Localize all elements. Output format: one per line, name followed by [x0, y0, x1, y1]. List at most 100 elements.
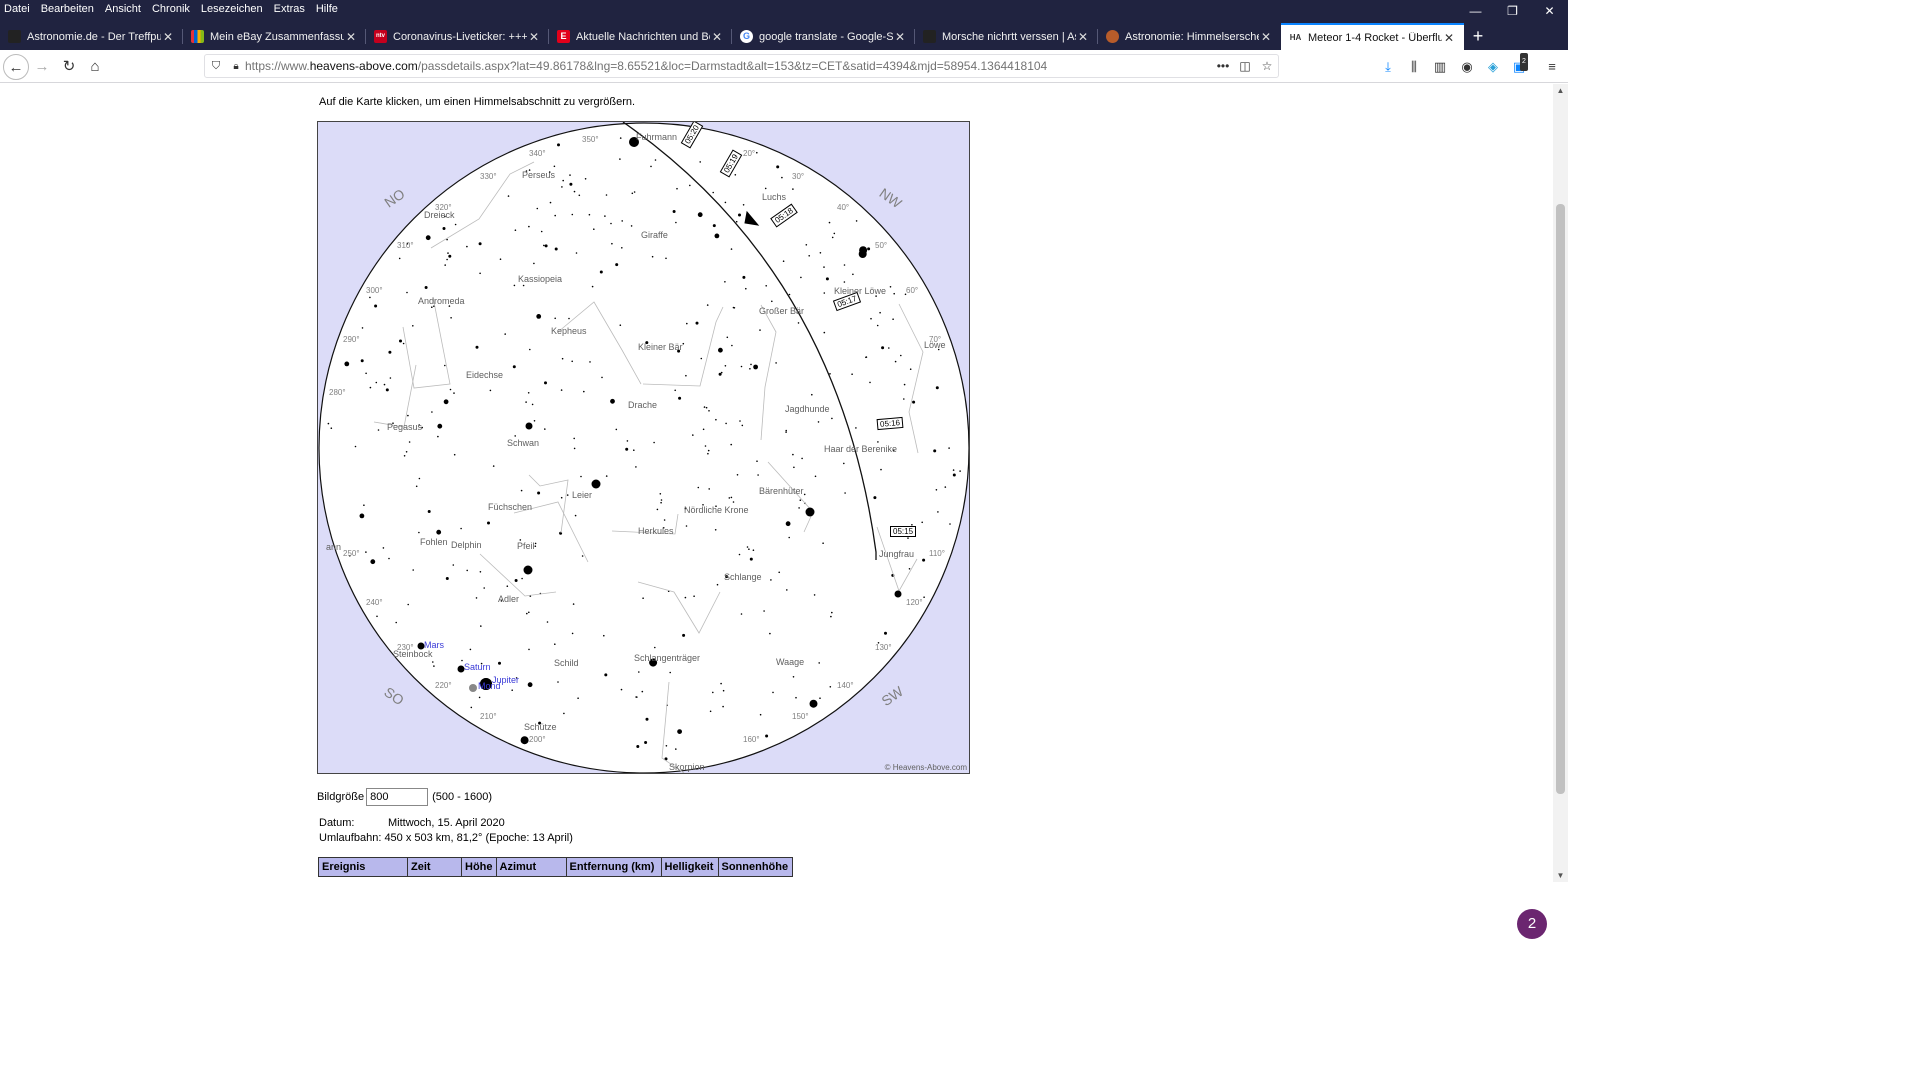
- star: [630, 225, 633, 227]
- minimize-icon[interactable]: —: [1457, 0, 1494, 22]
- star: [571, 632, 574, 635]
- constellation-label: Kassiopeia: [518, 274, 563, 284]
- star: [855, 427, 857, 429]
- image-size-input[interactable]: [366, 788, 429, 806]
- tab-himmelserscheinungen[interactable]: Astronomie: Himmelserschein ✕: [1098, 23, 1281, 50]
- star: [959, 470, 961, 472]
- star: [444, 364, 446, 367]
- star: [858, 250, 867, 258]
- hamburger-menu-icon[interactable]: ≡: [1543, 58, 1561, 76]
- url-text[interactable]: https://www.heavens-above.com/passdetail…: [245, 59, 1212, 73]
- restore-icon[interactable]: ❐: [1494, 0, 1531, 22]
- tab-close-icon[interactable]: ✕: [893, 30, 907, 44]
- star: [418, 531, 420, 534]
- tab-astronomie-de[interactable]: Astronomie.de - Der Treffpunkt ✕: [0, 23, 183, 50]
- tab-close-icon[interactable]: ✕: [1259, 30, 1273, 44]
- lock-icon[interactable]: 🔒︎: [227, 61, 245, 72]
- header-ereignis: Ereignis: [318, 857, 408, 877]
- echo-favicon-icon: E: [557, 30, 570, 43]
- star: [749, 557, 753, 561]
- star: [406, 291, 408, 294]
- account-icon[interactable]: ◉: [1458, 58, 1476, 76]
- page-scrollbar[interactable]: ▲ ▼: [1553, 84, 1568, 882]
- sidebar-icon[interactable]: ▥: [1431, 58, 1449, 76]
- pocket-icon[interactable]: ◫: [1234, 59, 1256, 73]
- star: [801, 457, 803, 460]
- star: [923, 596, 925, 598]
- star: [361, 327, 364, 329]
- star: [615, 263, 619, 267]
- tab-close-icon[interactable]: ✕: [1442, 31, 1456, 45]
- star: [403, 455, 406, 457]
- menu-hilfe[interactable]: Hilfe: [316, 3, 338, 15]
- url-bar[interactable]: ⛉ 🔒︎ https://www.heavens-above.com/passd…: [204, 54, 1279, 78]
- star: [722, 705, 724, 708]
- azimuth-tick-label: 220°: [435, 681, 452, 690]
- planet-label-mond: Mond: [478, 681, 501, 691]
- star: [561, 186, 563, 188]
- bookmark-star-icon[interactable]: ☆: [1256, 59, 1278, 73]
- star: [533, 262, 535, 265]
- menu-bearbeiten[interactable]: Bearbeiten: [41, 3, 94, 15]
- tab-close-icon[interactable]: ✕: [161, 30, 175, 44]
- constellation-label: Waage: [776, 657, 805, 667]
- star: [677, 729, 682, 734]
- menu-chronik[interactable]: Chronik: [152, 3, 190, 15]
- library-icon[interactable]: ⫼: [1405, 58, 1423, 76]
- star: [811, 393, 813, 396]
- menu-lesezeichen[interactable]: Lesezeichen: [201, 3, 263, 15]
- menu-extras[interactable]: Extras: [274, 3, 305, 15]
- constellation-label: Skorpion: [669, 762, 705, 772]
- scroll-up-icon[interactable]: ▲: [1553, 86, 1568, 95]
- star: [819, 252, 822, 254]
- tab-ebay[interactable]: Mein eBay Zusammenfassung ✕: [183, 23, 366, 50]
- star: [573, 447, 576, 450]
- reload-icon[interactable]: ↻: [56, 54, 82, 80]
- star: [641, 690, 644, 693]
- star: [738, 553, 741, 556]
- tab-close-icon[interactable]: ✕: [710, 30, 724, 44]
- sky-map[interactable]: © Heavens-Above.com NO NW SO SW 20° 30° 40° 50°…: [317, 121, 970, 774]
- new-tab-icon[interactable]: +: [1464, 23, 1492, 50]
- star: [818, 662, 820, 664]
- tab-meteor-active[interactable]: HA Meteor 1-4 Rocket - Überflugd ✕: [1281, 23, 1464, 50]
- planet-label-mars: Mars: [424, 640, 444, 650]
- star: [408, 441, 411, 443]
- tab-astro-forum[interactable]: Morsche nichrtt verssen | Astro ✕: [915, 23, 1098, 50]
- tracking-shield-icon[interactable]: ⛉: [205, 60, 227, 73]
- scrollbar-thumb[interactable]: [1556, 204, 1565, 794]
- back-arrow-icon[interactable]: ←: [3, 54, 29, 80]
- close-window-icon[interactable]: ✕: [1531, 0, 1568, 22]
- menu-datei[interactable]: Datei: [4, 3, 30, 15]
- star: [461, 659, 463, 662]
- star: [444, 264, 446, 266]
- star: [399, 339, 402, 343]
- star: [714, 233, 720, 239]
- ntv-favicon-icon: ntv: [374, 30, 387, 43]
- extension-icon[interactable]: ◈: [1484, 58, 1502, 76]
- star: [603, 634, 605, 637]
- menu-ansicht[interactable]: Ansicht: [105, 3, 141, 15]
- star: [738, 213, 741, 217]
- star: [689, 184, 691, 187]
- home-icon[interactable]: ⌂: [82, 54, 108, 80]
- tab-ntv[interactable]: ntv Coronavirus-Liveticker: +++ 11 ✕: [366, 23, 549, 50]
- tab-google[interactable]: G google translate - Google-Such ✕: [732, 23, 915, 50]
- star: [732, 501, 735, 503]
- chat-bubble-icon[interactable]: 2: [1517, 909, 1547, 939]
- download-icon[interactable]: ⤓: [1379, 58, 1397, 76]
- star: [650, 165, 652, 168]
- tab-echo[interactable]: E Aktuelle Nachrichten und Beric ✕: [549, 23, 732, 50]
- star: [830, 615, 832, 618]
- extension-badge-icon[interactable]: ▣ 2: [1510, 53, 1528, 76]
- scroll-down-icon[interactable]: ▼: [1553, 871, 1568, 880]
- tab-close-icon[interactable]: ✕: [344, 30, 358, 44]
- page-actions-icon[interactable]: •••: [1212, 59, 1234, 73]
- star: [870, 317, 872, 320]
- star: [708, 488, 710, 490]
- star: [873, 496, 877, 500]
- azimuth-tick-label: 240°: [366, 598, 383, 607]
- forward-arrow-icon[interactable]: →: [29, 54, 55, 80]
- tab-close-icon[interactable]: ✕: [527, 30, 541, 44]
- tab-close-icon[interactable]: ✕: [1076, 30, 1090, 44]
